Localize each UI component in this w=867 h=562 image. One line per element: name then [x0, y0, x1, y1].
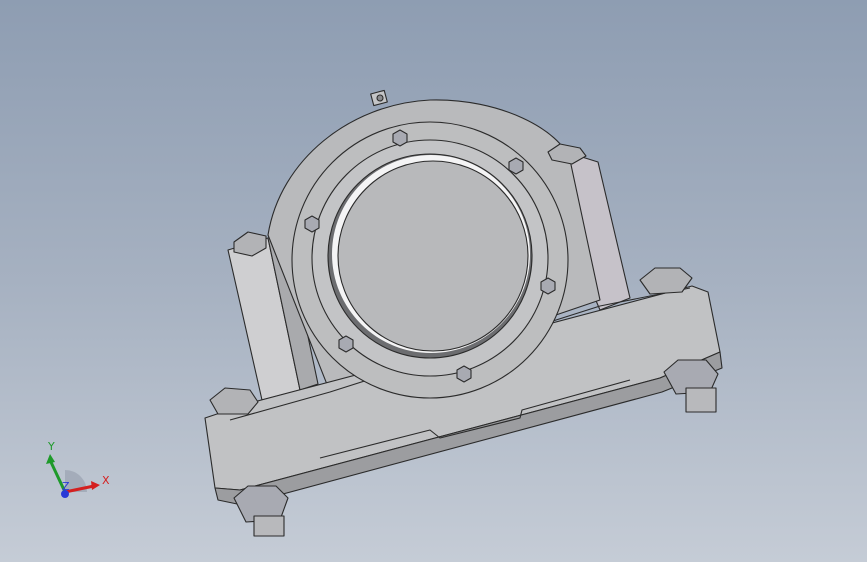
flange-bolt: [338, 335, 354, 353]
z-axis-label: Z: [62, 480, 70, 493]
y-axis-label: Y: [47, 440, 55, 453]
foot-stud-right: [663, 359, 719, 413]
pillow-block-bearing-model[interactable]: [0, 0, 867, 562]
foot-stud-left: [233, 485, 289, 537]
flange-bolt: [392, 129, 408, 147]
y-axis-arrow-icon: [46, 454, 55, 464]
coordinate-triad: Y X Z: [30, 440, 120, 510]
graphics-viewport[interactable]: Y X Z: [0, 0, 867, 562]
flange-bolt: [540, 277, 556, 295]
foot-nut-left-top: [209, 387, 259, 415]
x-axis-label: X: [102, 474, 110, 487]
flange-bolt: [456, 365, 472, 383]
bearing-face-disc: [337, 160, 529, 352]
x-axis-arrow-icon: [91, 481, 100, 490]
grease-nipple-hole: [376, 94, 384, 102]
flange-bolt: [508, 157, 524, 175]
flange-bolt: [304, 215, 320, 233]
